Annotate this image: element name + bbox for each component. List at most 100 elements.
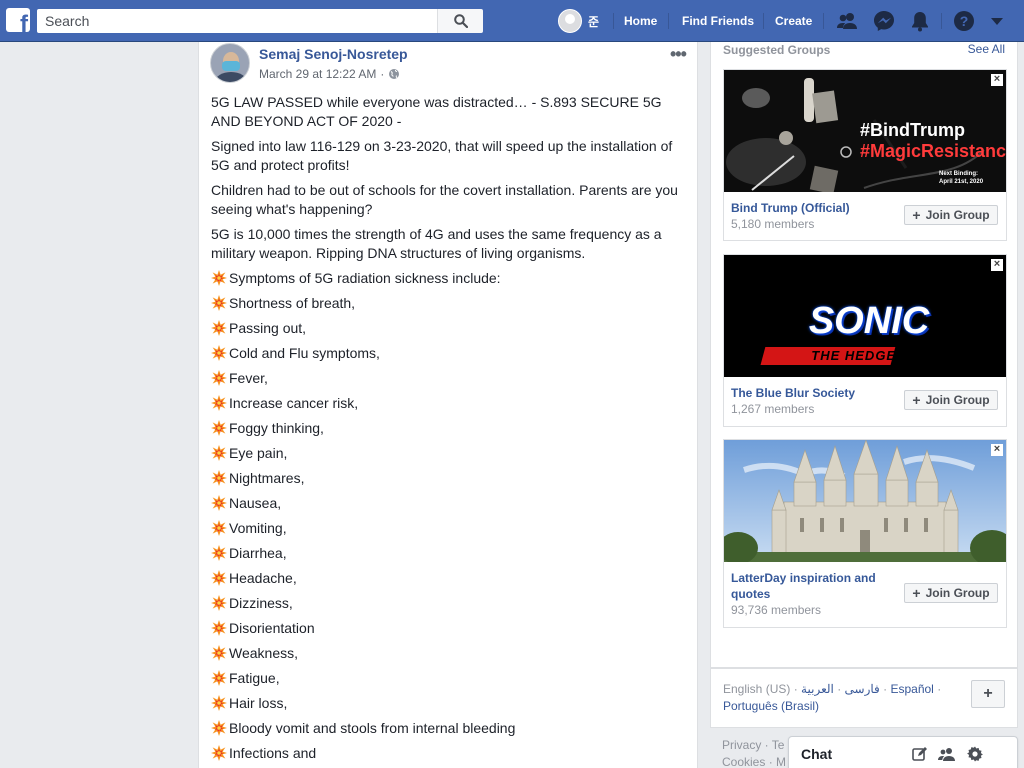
list-item: Bloody vomit and stools from internal bl… — [211, 719, 687, 744]
footer-line-1[interactable]: Privacy · Te — [722, 737, 786, 754]
collision-emoji-icon — [211, 620, 227, 636]
collision-emoji-icon — [211, 295, 227, 311]
list-item-text: Headache, — [229, 570, 297, 586]
post-meta: March 29 at 12:22 AM · — [259, 67, 400, 81]
collision-emoji-icon — [211, 570, 227, 586]
author-avatar[interactable] — [210, 43, 250, 83]
feed-post: Semaj Senoj-Nosretep March 29 at 12:22 A… — [198, 42, 698, 768]
add-language-button[interactable]: + — [971, 680, 1005, 708]
plus-icon: + — [912, 207, 921, 223]
language-link-spanish[interactable]: Español — [890, 682, 933, 696]
footer-line-2[interactable]: Cookies · M — [722, 754, 786, 768]
gear-icon[interactable] — [966, 745, 984, 763]
cover-hashtag-2: #MagicResistance — [860, 141, 1006, 161]
new-message-icon[interactable] — [911, 745, 929, 763]
close-icon[interactable]: × — [991, 74, 1003, 86]
list-item: Shortness of breath, — [211, 294, 687, 319]
collision-emoji-icon — [211, 745, 227, 761]
list-item-text: Eye pain, — [229, 445, 288, 461]
join-group-label: Join Group — [925, 393, 990, 407]
list-item-text: Fever, — [229, 370, 268, 386]
list-item: Fever, — [211, 369, 687, 394]
collision-emoji-icon — [211, 420, 227, 436]
list-item-text: Weakness, — [229, 645, 298, 661]
list-item: Foggy thinking, — [211, 419, 687, 444]
collision-emoji-icon — [211, 545, 227, 561]
post-timestamp[interactable]: March 29 at 12:22 AM — [259, 67, 376, 81]
language-link-portuguese[interactable]: Português (Brasil) — [723, 699, 819, 713]
close-icon[interactable]: × — [991, 259, 1003, 271]
search-button[interactable] — [437, 9, 483, 33]
search-input[interactable] — [37, 9, 437, 33]
language-link-arabic[interactable]: العربية — [801, 682, 834, 696]
cover-binding-date: April 21st, 2020 — [939, 179, 984, 185]
group-name[interactable]: LatterDay inspiration and quotes — [731, 570, 901, 602]
group-member-count: 5,180 members — [731, 217, 815, 231]
suggested-groups-title: Suggested Groups — [723, 43, 831, 57]
list-item: Nightmares, — [211, 469, 687, 494]
menu-caret-icon[interactable] — [990, 14, 1004, 28]
language-separator: · — [883, 682, 888, 696]
join-group-button[interactable]: + Join Group — [904, 583, 998, 603]
friends-icon[interactable] — [836, 10, 858, 32]
meta-separator: · — [380, 67, 385, 81]
group-cover-image[interactable]: × — [724, 440, 1006, 562]
join-group-button[interactable]: + Join Group — [904, 205, 998, 225]
list-item-text: Nightmares, — [229, 470, 305, 486]
language-selector: English (US) · فارسی · العربية · Español… — [710, 668, 1018, 728]
collision-emoji-icon — [211, 370, 227, 386]
join-group-label: Join Group — [925, 586, 990, 600]
see-all-link[interactable]: See All — [968, 42, 1005, 56]
nav-divider — [823, 13, 824, 29]
nav-find-friends-link[interactable]: Find Friends — [682, 13, 754, 29]
post-paragraph: Signed into law 116-129 on 3-23-2020, th… — [211, 138, 673, 173]
svg-text:?: ? — [960, 13, 969, 29]
avatar — [558, 9, 582, 33]
cover-sonic-title: SONIC — [808, 300, 930, 342]
post-author-name[interactable]: Semaj Senoj-Nosretep — [259, 46, 408, 62]
group-card: SONIC THE HEDGEHOG × The Blue Blur Socie… — [723, 254, 1007, 427]
help-icon[interactable]: ? — [953, 10, 975, 32]
facebook-logo-icon[interactable]: f — [6, 8, 30, 32]
post-options-icon[interactable]: ••• — [670, 44, 687, 65]
group-name[interactable]: The Blue Blur Society — [731, 385, 855, 401]
nav-divider — [668, 13, 669, 29]
collision-emoji-icon — [211, 270, 227, 286]
list-item-text: Increase cancer risk, — [229, 395, 359, 411]
globe-icon — [389, 69, 400, 79]
group-name[interactable]: Bind Trump (Official) — [731, 200, 850, 216]
list-item: Symptoms of 5G radiation sickness includ… — [211, 269, 687, 294]
list-item-text: Dizziness, — [229, 595, 293, 611]
collision-emoji-icon — [211, 395, 227, 411]
notifications-icon[interactable] — [909, 10, 931, 32]
nav-create-link[interactable]: Create — [775, 13, 812, 29]
messenger-icon[interactable] — [873, 10, 895, 32]
create-group-icon[interactable] — [938, 745, 956, 763]
list-item: Hair loss, — [211, 694, 687, 719]
current-language: English (US) — [723, 682, 791, 696]
join-group-button[interactable]: + Join Group — [904, 390, 998, 410]
cover-sonic-subtitle: THE HEDGEHOG — [811, 348, 929, 363]
list-item-text: Disorientation — [229, 620, 315, 636]
nav-divider — [941, 13, 942, 29]
group-cover-image[interactable]: #BindTrump #MagicResistance Next Binding… — [724, 70, 1006, 192]
list-item: Disorientation — [211, 619, 687, 644]
close-icon[interactable]: × — [991, 444, 1003, 456]
language-link-farsi[interactable]: فارسی — [845, 682, 880, 696]
list-item: Fatigue, — [211, 669, 687, 694]
collision-emoji-icon — [211, 670, 227, 686]
list-item: Cold and Flu symptoms, — [211, 344, 687, 369]
join-group-label: Join Group — [925, 208, 990, 222]
group-cover-image[interactable]: SONIC THE HEDGEHOG × — [724, 255, 1006, 377]
list-item-text: Cold and Flu symptoms, — [229, 345, 380, 361]
cover-binding-label: Next Binding: — [939, 171, 978, 177]
plus-icon: + — [912, 585, 921, 601]
nav-home-link[interactable]: Home — [624, 13, 657, 29]
chat-bar[interactable]: Chat — [788, 736, 1018, 768]
search-icon — [454, 14, 468, 28]
list-item: Increase cancer risk, — [211, 394, 687, 419]
list-item-text: Foggy thinking, — [229, 420, 324, 436]
list-item: Headache, — [211, 569, 687, 594]
symptom-list: Symptoms of 5G radiation sickness includ… — [211, 269, 687, 768]
nav-profile-link[interactable]: 준 — [558, 9, 599, 33]
